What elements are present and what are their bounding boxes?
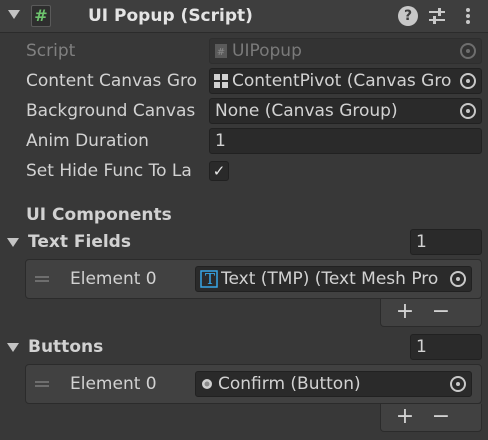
buttons-footer: + − [380, 404, 482, 432]
text-fields-size-input[interactable]: 1 [410, 229, 482, 255]
object-picker-icon[interactable] [460, 73, 476, 89]
anim-duration-input[interactable]: 1 [209, 128, 482, 154]
textmeshpro-glyph: T [205, 270, 216, 288]
background-canvas-value: None (Canvas Group) [215, 101, 398, 121]
svg-text:#: # [217, 47, 225, 58]
buttons-size-value: 1 [416, 337, 427, 357]
buttons-element-label: Element 0 [70, 374, 157, 394]
text-fields-foldout-icon[interactable] [7, 238, 19, 247]
buttons-list: Element 0 Confirm (Button) [25, 364, 482, 404]
anim-duration-row: Anim Duration 1 [0, 128, 488, 154]
text-fields-list: Element 0 T Text (TMP) (Text Mesh Pro [25, 259, 482, 299]
script-file-icon: # [215, 44, 227, 58]
component-title: UI Popup (Script) [88, 6, 253, 26]
text-fields-element-field[interactable]: T Text (TMP) (Text Mesh Pro [195, 266, 472, 292]
script-icon: # [31, 5, 51, 27]
object-picker-icon[interactable] [450, 376, 466, 392]
help-icon[interactable]: ? [398, 6, 418, 26]
text-fields-remove-button[interactable]: − [429, 300, 453, 324]
set-hide-func-row: Set Hide Func To La ✓ [0, 158, 488, 184]
anim-duration-label: Anim Duration [26, 131, 149, 151]
set-hide-func-checkbox[interactable]: ✓ [209, 161, 229, 181]
drag-handle-icon[interactable] [35, 381, 49, 387]
text-fields-element-value: Text (TMP) (Text Mesh Pro [221, 269, 439, 289]
script-field: # UIPopup [209, 38, 482, 64]
text-fields-label[interactable]: Text Fields [28, 229, 131, 255]
buttons-element-value: Confirm (Button) [218, 374, 361, 394]
set-hide-func-label: Set Hide Func To La [26, 161, 192, 181]
script-row: Script # UIPopup [0, 38, 488, 64]
background-canvas-label: Background Canvas [26, 101, 196, 121]
drag-handle-icon[interactable] [35, 276, 49, 282]
context-menu-icon[interactable] [458, 6, 478, 26]
buttons-header: Buttons 1 [0, 334, 488, 360]
canvas-group-icon [214, 74, 228, 88]
component-header: # UI Popup (Script) ? [0, 0, 488, 33]
buttons-foldout-icon[interactable] [7, 343, 19, 352]
buttons-remove-button[interactable]: − [429, 405, 453, 429]
buttons-add-button[interactable]: + [393, 405, 417, 429]
background-canvas-row: Background Canvas None (Canvas Group) [0, 98, 488, 124]
object-picker-icon[interactable] [450, 271, 466, 287]
anim-duration-value: 1 [215, 131, 226, 151]
text-fields-add-button[interactable]: + [393, 300, 417, 324]
buttons-label[interactable]: Buttons [28, 334, 103, 360]
presets-icon[interactable] [427, 6, 447, 26]
text-fields-size-value: 1 [416, 232, 427, 252]
text-fields-element-label: Element 0 [70, 269, 157, 289]
content-canvas-value: ContentPivot (Canvas Gro [232, 71, 451, 91]
background-canvas-field[interactable]: None (Canvas Group) [209, 98, 482, 124]
object-picker-icon [460, 43, 476, 59]
content-canvas-row: Content Canvas Gro ContentPivot (Canvas … [0, 68, 488, 94]
ui-components-label: UI Components [26, 205, 172, 225]
content-canvas-field[interactable]: ContentPivot (Canvas Gro [209, 68, 482, 94]
button-component-icon [202, 379, 212, 389]
foldout-arrow-icon[interactable] [8, 10, 20, 19]
text-fields-footer: + − [380, 299, 482, 327]
checkmark-icon: ✓ [212, 162, 226, 180]
script-value: UIPopup [232, 41, 302, 61]
buttons-size-input[interactable]: 1 [410, 334, 482, 360]
ui-components-header: UI Components [0, 202, 488, 228]
object-picker-icon[interactable] [460, 103, 476, 119]
buttons-element-field[interactable]: Confirm (Button) [195, 371, 472, 397]
text-fields-header: Text Fields 1 [0, 229, 488, 255]
content-canvas-label: Content Canvas Gro [26, 71, 198, 91]
script-label: Script [26, 41, 76, 61]
